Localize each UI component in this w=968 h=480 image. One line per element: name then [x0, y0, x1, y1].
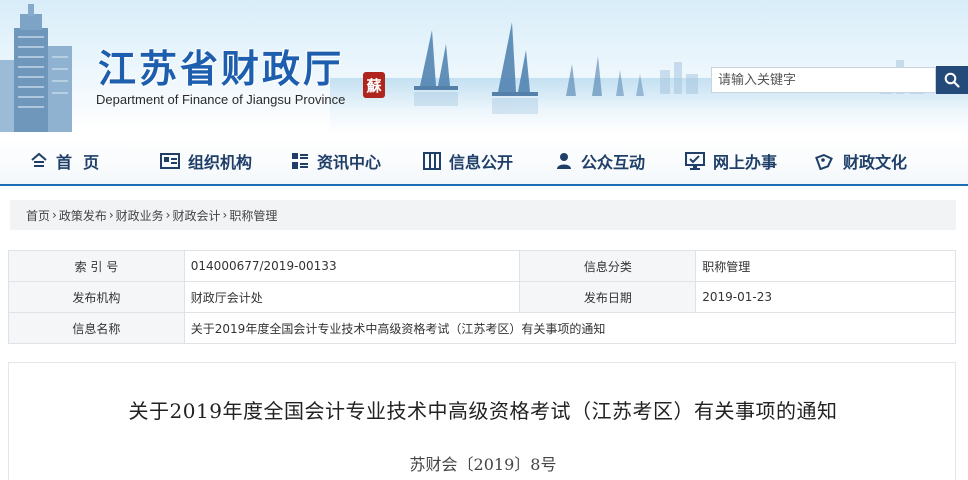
publish-date-value: 2019-01-23	[695, 281, 956, 313]
document-number: 苏财会〔2019〕8号	[409, 455, 557, 474]
home-icon	[31, 152, 47, 167]
search-button[interactable]	[936, 66, 968, 94]
nav-item-disclosure[interactable]: 信息公开	[423, 138, 513, 184]
nav-item-interaction[interactable]: 公众互动	[555, 138, 645, 184]
search-icon	[944, 72, 960, 88]
breadcrumb: 首页 › 政策发布 › 财政业务 › 财政会计 › 职称管理	[10, 200, 956, 230]
table-row: 信息名称 关于2019年度全国会计专业技术中高级资格考试（江苏考区）有关事项的通…	[8, 312, 957, 344]
article-body: 关于2019年度全国会计专业技术中高级资格考试（江苏考区）有关事项的通知 苏财会…	[8, 362, 956, 480]
nav-item-culture[interactable]: 财政文化	[815, 138, 907, 184]
publisher-label: 发布机构	[8, 281, 185, 313]
nav-item-label: 组织机构	[188, 153, 253, 172]
seal-stamp: 蘇	[363, 72, 385, 98]
breadcrumb-separator: ›	[165, 208, 171, 222]
main-nav: 首 页 组织机构 资讯中心 信息公开 公众互动 网上办事 财政文化	[0, 138, 968, 186]
nav-item-home[interactable]: 首 页	[30, 138, 99, 184]
breadcrumb-item-finance-business[interactable]: 财政业务	[116, 207, 164, 224]
breadcrumb-separator: ›	[222, 208, 228, 222]
columns-icon	[423, 152, 441, 170]
nav-item-label: 信息公开	[449, 153, 514, 172]
nav-item-online-service[interactable]: 网上办事	[685, 138, 777, 184]
index-number-label: 索 引 号	[8, 250, 185, 282]
breadcrumb-separator: ›	[108, 208, 114, 222]
culture-icon	[815, 153, 833, 170]
site-logo-title[interactable]: 江苏省财政厅	[98, 38, 344, 93]
user-icon	[557, 153, 571, 169]
breadcrumb-item-title-management[interactable]: 职称管理	[229, 207, 277, 224]
search-input[interactable]	[711, 67, 936, 93]
publish-date-label: 发布日期	[519, 281, 697, 313]
site-logo-subtitle: Department of Finance of Jiangsu Provinc…	[96, 92, 346, 107]
category-value: 职称管理	[695, 250, 956, 282]
index-number-value: 014000677/2019-00133	[183, 250, 521, 282]
org-card-icon	[160, 153, 180, 169]
info-name-label: 信息名称	[8, 312, 185, 344]
nav-item-organization[interactable]: 组织机构	[160, 138, 252, 184]
header-banner: 江苏省财政厅 Department of Finance of Jiangsu …	[0, 0, 968, 132]
article-title: 关于2019年度全国会计专业技术中高级资格考试（江苏考区）有关事项的通知	[128, 399, 838, 423]
skyscraper-image	[0, 4, 72, 132]
info-table: 索 引 号 014000677/2019-00133 信息分类 职称管理 发布机…	[8, 250, 957, 344]
category-label: 信息分类	[519, 250, 697, 282]
nav-item-news[interactable]: 资讯中心	[291, 138, 381, 184]
nav-item-label: 财政文化	[843, 153, 908, 172]
breadcrumb-item-home[interactable]: 首页	[26, 207, 50, 224]
table-row: 发布机构 财政厅会计处 发布日期 2019-01-23	[8, 281, 956, 313]
nav-item-label: 首 页	[56, 153, 100, 172]
monitor-check-icon	[685, 152, 705, 170]
breadcrumb-item-policy[interactable]: 政策发布	[59, 207, 107, 224]
news-icon	[292, 153, 308, 169]
breadcrumb-item-accounting[interactable]: 财政会计	[172, 207, 220, 224]
nav-item-label: 资讯中心	[317, 153, 382, 172]
breadcrumb-separator: ›	[52, 208, 57, 222]
nav-item-label: 网上办事	[713, 153, 778, 172]
publisher-value: 财政厅会计处	[183, 281, 521, 313]
nav-item-label: 公众互动	[581, 153, 646, 172]
info-name-value: 关于2019年度全国会计专业技术中高级资格考试（江苏考区）有关事项的通知	[183, 312, 957, 344]
sailboats-image	[414, 22, 644, 96]
table-row: 索 引 号 014000677/2019-00133 信息分类 职称管理	[8, 250, 956, 282]
